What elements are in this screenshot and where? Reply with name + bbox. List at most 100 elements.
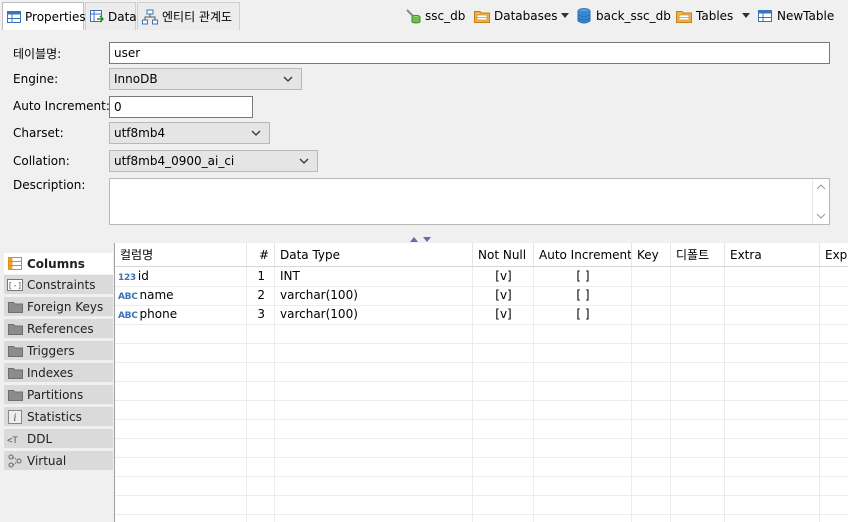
side-tab-references[interactable]: References — [4, 319, 113, 339]
chevron-down-icon — [283, 76, 293, 82]
table-row[interactable]: ABC phone — [118, 305, 177, 324]
data-type-cell[interactable]: INT — [280, 267, 300, 286]
breadcrumb-database[interactable]: back_ssc_db — [576, 6, 671, 26]
auto-increment-cell[interactable]: [ ] — [534, 267, 632, 286]
tab-er-diagram[interactable]: 엔티티 관계도 — [137, 2, 240, 30]
column-header-extra[interactable]: Extra — [725, 243, 820, 267]
side-tab-label: References — [27, 321, 94, 336]
column-name-cell[interactable]: name — [140, 288, 174, 302]
auto-increment-cell[interactable]: [ ] — [534, 305, 632, 324]
data-grid-icon — [90, 9, 104, 25]
not-null-cell[interactable]: [v] — [473, 305, 534, 324]
side-tab-columns[interactable]: Columns — [4, 253, 113, 275]
scroll-arrows-icon — [816, 184, 826, 219]
auto-increment-input[interactable]: 0 — [109, 96, 253, 118]
chevron-down-icon[interactable] — [561, 13, 569, 18]
column-header-data-type[interactable]: Data Type — [275, 243, 473, 267]
column-number-cell[interactable]: 3 — [247, 305, 265, 324]
table-row[interactable]: 123 id — [118, 267, 149, 286]
side-tab-foreign-keys[interactable]: Foreign Keys — [4, 297, 113, 317]
column-number-cell[interactable]: 1 — [247, 267, 265, 286]
data-type-cell[interactable]: varchar(100) — [280, 286, 358, 305]
editor-tab-bar: Properties Data 엔티티 관계도 ssc_db Databases… — [0, 0, 848, 32]
not-null-cell[interactable]: [v] — [473, 286, 534, 305]
side-tab-label: Columns — [27, 256, 85, 271]
column-header-expression[interactable]: Exp — [820, 243, 848, 267]
breadcrumb-tables[interactable]: Tables — [676, 6, 733, 26]
columns-grid[interactable]: 컬럼명 # Data Type Not Null Auto Increment … — [114, 243, 848, 522]
data-type-cell[interactable]: varchar(100) — [280, 305, 358, 324]
chevron-down-icon — [251, 130, 261, 136]
description-scrollbar[interactable] — [812, 179, 829, 224]
breadcrumb-label: NewTable — [777, 9, 835, 23]
column-header-auto-increment[interactable]: Auto Increment — [534, 243, 632, 267]
side-tab-statistics[interactable]: i Statistics — [4, 407, 113, 427]
side-tab-label: DDL — [27, 431, 53, 446]
breadcrumb-label: Databases — [494, 9, 558, 23]
svg-text:i: i — [13, 413, 16, 424]
side-tab-triggers[interactable]: Triggers — [4, 341, 113, 361]
charset-label: Charset: — [13, 126, 64, 140]
tab-data[interactable]: Data — [85, 2, 137, 30]
column-header-not-null[interactable]: Not Null — [473, 243, 534, 267]
collation-select[interactable]: utf8mb4_0900_ai_ci — [109, 150, 318, 172]
splitter-handle-icon[interactable] — [409, 236, 433, 242]
auto-increment-label: Auto Increment: — [13, 99, 110, 113]
not-null-cell[interactable]: [v] — [473, 267, 534, 286]
breadcrumb-connection[interactable]: ssc_db — [405, 6, 465, 26]
side-tab-virtual[interactable]: Virtual — [4, 451, 113, 471]
svg-text:<T: <T — [7, 436, 18, 445]
engine-label: Engine: — [13, 72, 59, 86]
side-tab-label: Virtual — [27, 453, 67, 468]
tab-label: Data — [108, 9, 137, 24]
breadcrumb-table[interactable]: NewTable — [757, 6, 834, 26]
database-connection-icon — [405, 8, 421, 24]
tab-properties[interactable]: Properties — [2, 2, 86, 30]
constraints-icon: [-] — [7, 277, 23, 293]
folder-icon — [676, 8, 692, 24]
breadcrumb-databases[interactable]: Databases — [474, 6, 558, 26]
database-icon — [576, 8, 592, 24]
table-name-label: 테이블명: — [13, 47, 62, 61]
ddl-icon: <T — [7, 431, 23, 447]
side-tab-label: Triggers — [27, 343, 75, 358]
info-icon: i — [7, 409, 23, 425]
side-tab-label: Partitions — [27, 387, 84, 402]
table-name-input[interactable]: user — [109, 42, 830, 64]
tab-label: Properties — [25, 9, 86, 24]
auto-increment-cell[interactable]: [ ] — [534, 286, 632, 305]
side-tab-constraints[interactable]: [-] Constraints — [4, 275, 113, 295]
chevron-down-icon — [299, 158, 309, 164]
engine-value: InnoDB — [114, 72, 158, 86]
engine-select[interactable]: InnoDB — [109, 68, 302, 90]
side-tab-ddl[interactable]: <T DDL — [4, 429, 113, 449]
side-tab-partitions[interactable]: Partitions — [4, 385, 113, 405]
breadcrumb-label: back_ssc_db — [596, 9, 671, 23]
folder-icon — [7, 343, 23, 359]
collation-label: Collation: — [13, 154, 70, 168]
description-textarea[interactable] — [109, 178, 830, 225]
charset-select[interactable]: utf8mb4 — [109, 122, 270, 144]
column-header-key[interactable]: Key — [632, 243, 671, 267]
chevron-down-icon[interactable] — [742, 13, 750, 18]
side-tab-indexes[interactable]: Indexes — [4, 363, 113, 383]
folder-icon — [7, 321, 23, 337]
table-row[interactable]: ABC name — [118, 286, 174, 305]
table-icon — [757, 8, 773, 24]
column-name-cell[interactable]: id — [138, 269, 149, 283]
folder-icon — [7, 365, 23, 381]
description-label: Description: — [13, 178, 86, 192]
side-tab-label: Indexes — [27, 365, 74, 380]
collation-value: utf8mb4_0900_ai_ci — [114, 154, 235, 168]
tab-label: 엔티티 관계도 — [162, 10, 233, 24]
column-number-cell[interactable]: 2 — [247, 286, 265, 305]
side-tab-label: Statistics — [27, 409, 82, 424]
svg-text:[-]: [-] — [8, 281, 22, 290]
breadcrumb-label: ssc_db — [425, 9, 466, 23]
folder-icon — [474, 8, 490, 24]
charset-value: utf8mb4 — [114, 126, 166, 140]
column-header-number[interactable]: # — [247, 243, 275, 267]
column-name-cell[interactable]: phone — [140, 307, 178, 321]
column-header-default[interactable]: 디폴트 — [671, 243, 725, 267]
column-header-name[interactable]: 컬럼명 — [115, 243, 247, 267]
